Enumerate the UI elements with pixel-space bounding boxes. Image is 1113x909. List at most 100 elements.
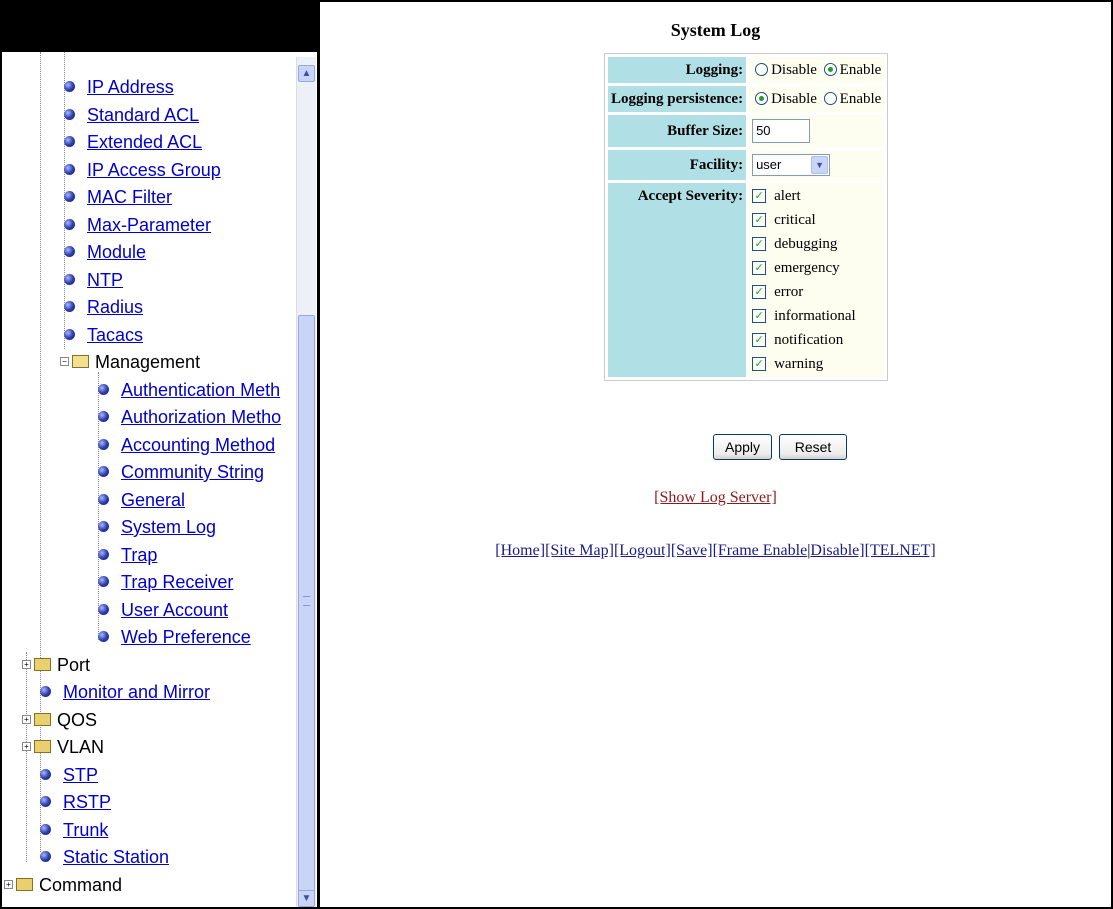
expand-icon[interactable]: + xyxy=(22,741,31,751)
informational-checkbox[interactable]: ✓ xyxy=(752,308,767,323)
persistence-enable-radio[interactable] xyxy=(823,91,837,105)
nav-item-system-log[interactable]: System Log xyxy=(98,514,216,541)
nav-item-monitor-and-mirror[interactable]: Monitor and Mirror xyxy=(40,679,210,706)
nav-item-max-parameter[interactable]: Max-Parameter xyxy=(64,212,211,239)
nav-item-radius[interactable]: Radius xyxy=(64,294,143,321)
scrollbar-thumb[interactable] xyxy=(298,315,315,900)
logging-options: Disable Enable xyxy=(749,57,885,83)
logout-link[interactable]: [Logout] xyxy=(614,542,671,559)
bullet-icon xyxy=(64,218,75,230)
nav-item-standard-acl[interactable]: Standard ACL xyxy=(64,102,199,129)
telnet-link[interactable]: [TELNET] xyxy=(865,542,936,559)
bullet-icon xyxy=(40,795,51,807)
nav-folder-management[interactable]: − Management xyxy=(60,349,200,376)
notification-checkbox[interactable]: ✓ xyxy=(752,332,767,347)
nav-item-module[interactable]: Module xyxy=(64,239,146,266)
nav-item-ip-access-group[interactable]: IP Access Group xyxy=(64,157,221,184)
bullet-icon xyxy=(64,300,75,312)
persistence-label: Logging persistence: xyxy=(608,86,747,112)
persistence-row: Logging persistence: Disable Enable xyxy=(608,86,885,112)
nav-scrollbar[interactable]: ▲ ▼ xyxy=(296,57,316,907)
bullet-icon xyxy=(98,603,109,615)
logging-enable-radio[interactable] xyxy=(823,62,837,76)
logging-row: Logging: Disable Enable xyxy=(608,57,885,83)
frame-enable-link[interactable]: [Frame Enable xyxy=(713,542,808,559)
bullet-icon xyxy=(64,80,75,92)
save-link[interactable]: [Save] xyxy=(671,542,713,559)
informational-label: informational xyxy=(774,308,856,324)
nav-item-community-string[interactable]: Community String xyxy=(98,459,264,486)
reset-button[interactable]: Reset xyxy=(779,434,847,460)
nav-item-user-account[interactable]: User Account xyxy=(98,597,228,624)
nav-item-tacacs[interactable]: Tacacs xyxy=(64,322,143,349)
bullet-icon xyxy=(98,575,109,587)
alert-checkbox[interactable]: ✓ xyxy=(752,188,767,203)
nav-tree: IP Address Standard ACL Extended ACL IP … xyxy=(2,52,296,907)
bullet-icon xyxy=(98,493,109,505)
expand-icon[interactable]: + xyxy=(4,879,13,889)
warning-checkbox[interactable]: ✓ xyxy=(752,356,767,371)
apply-button[interactable]: Apply xyxy=(713,434,772,460)
severity-option-informational[interactable]: ✓ informational xyxy=(752,304,881,328)
severity-option-error[interactable]: ✓ error xyxy=(752,280,881,304)
folder-open-icon xyxy=(72,354,89,368)
scroll-up-arrow-icon[interactable]: ▲ xyxy=(298,65,315,82)
nav-item-authorization-method[interactable]: Authorization Metho xyxy=(98,404,281,431)
error-checkbox[interactable]: ✓ xyxy=(752,284,767,299)
scroll-down-arrow-icon[interactable]: ▼ xyxy=(298,890,315,907)
bullet-icon xyxy=(64,135,75,147)
buffer-size-input[interactable]: 50 xyxy=(752,119,811,143)
facility-select[interactable]: user ▼ xyxy=(752,154,831,176)
alert-label: alert xyxy=(774,188,801,204)
nav-item-ip-address[interactable]: IP Address xyxy=(64,74,174,101)
nav-folder-vlan[interactable]: + VLAN xyxy=(22,734,104,761)
severity-label: Accept Severity: xyxy=(608,183,747,377)
severity-option-alert[interactable]: ✓ alert xyxy=(752,184,881,208)
bullet-icon xyxy=(98,410,109,422)
nav-item-rstp[interactable]: RSTP xyxy=(40,789,111,816)
persistence-disable-radio[interactable] xyxy=(755,91,769,105)
severity-option-debugging[interactable]: ✓ debugging xyxy=(752,232,881,256)
severity-option-notification[interactable]: ✓ notification xyxy=(752,328,881,352)
main-frame: System Log Logging: Disable Enable Loggi… xyxy=(320,2,1111,907)
nav-item-accounting-method[interactable]: Accounting Method xyxy=(98,432,275,459)
severity-option-warning[interactable]: ✓ warning xyxy=(752,352,881,376)
nav-folder-port[interactable]: + Port xyxy=(22,652,90,679)
nav-item-extended-acl[interactable]: Extended ACL xyxy=(64,129,202,156)
nav-item-static-station[interactable]: Static Station xyxy=(40,844,169,871)
warning-label: warning xyxy=(774,356,824,372)
nav-item-trap-receiver[interactable]: Trap Receiver xyxy=(98,569,233,596)
chevron-down-icon[interactable]: ▼ xyxy=(811,156,829,174)
nav-item-trunk[interactable]: Trunk xyxy=(40,817,108,844)
emergency-checkbox[interactable]: ✓ xyxy=(752,260,767,275)
frame-disable-link[interactable]: Disable] xyxy=(810,542,864,559)
home-link[interactable]: [Home] xyxy=(495,542,545,559)
nav-item-stp[interactable]: STP xyxy=(40,762,98,789)
critical-checkbox[interactable]: ✓ xyxy=(752,212,767,227)
collapse-icon[interactable]: − xyxy=(60,356,69,366)
debugging-checkbox[interactable]: ✓ xyxy=(752,236,767,251)
notification-label: notification xyxy=(774,332,844,348)
show-log-server-container: [Show Log Server] xyxy=(320,489,1111,507)
expand-icon[interactable]: + xyxy=(22,714,31,724)
nav-folder-command[interactable]: + Command xyxy=(4,872,122,899)
nav-item-mac-filter[interactable]: MAC Filter xyxy=(64,184,172,211)
nav-item-web-preference[interactable]: Web Preference xyxy=(98,624,251,651)
severity-option-critical[interactable]: ✓ critical xyxy=(752,208,881,232)
bullet-icon xyxy=(98,438,109,450)
severity-option-emergency[interactable]: ✓ emergency xyxy=(752,256,881,280)
bullet-icon xyxy=(64,108,75,120)
folder-icon xyxy=(34,712,51,726)
folder-icon xyxy=(16,877,33,891)
nav-folder-qos[interactable]: + QOS xyxy=(22,707,97,734)
nav-item-ntp[interactable]: NTP xyxy=(64,267,123,294)
nav-item-general[interactable]: General xyxy=(98,487,185,514)
nav-item-authentication-method[interactable]: Authentication Meth xyxy=(98,377,280,404)
folder-icon xyxy=(34,739,51,753)
nav-item-trap[interactable]: Trap xyxy=(98,542,157,569)
facility-cell: user ▼ xyxy=(749,150,885,180)
logging-disable-radio[interactable] xyxy=(755,62,769,76)
show-log-server-link[interactable]: [Show Log Server] xyxy=(654,489,777,506)
expand-icon[interactable]: + xyxy=(22,659,31,669)
site-map-link[interactable]: [Site Map] xyxy=(545,542,614,559)
